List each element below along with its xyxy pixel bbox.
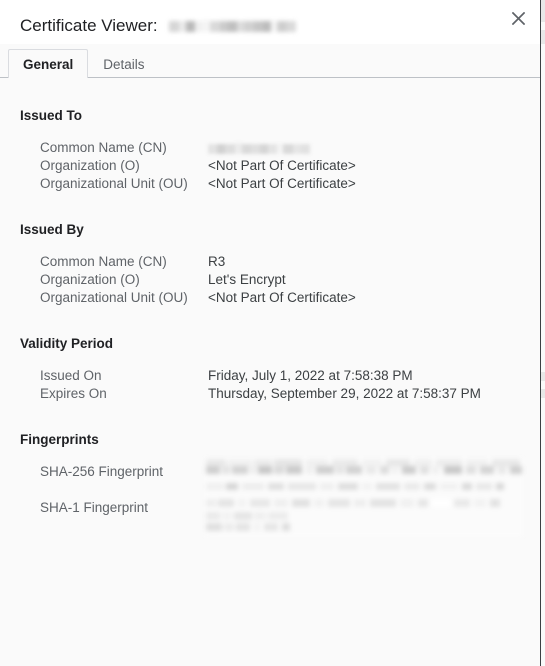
- window-right-edge: [540, 0, 545, 666]
- tab-general[interactable]: General: [8, 49, 89, 79]
- row-label: SHA-256 Fingerprint: [40, 464, 164, 479]
- row-value: Let's Encrypt: [208, 272, 286, 287]
- row-label: Common Name (CN): [40, 254, 167, 269]
- certificate-general-panel: Issued To Common Name (CN) Organization …: [0, 78, 540, 666]
- row-value: Friday, July 1, 2022 at 7:58:38 PM: [208, 368, 413, 383]
- close-icon: [511, 11, 525, 25]
- background-window-fragment: [541, 0, 545, 22]
- certificate-viewer-dialog: Certificate Viewer: General Details Issu…: [0, 0, 545, 666]
- row-label: Organizational Unit (OU): [40, 290, 188, 305]
- row-label: Organization (O): [40, 158, 140, 173]
- section-validity-period-title: Validity Period: [20, 336, 114, 351]
- background-window-fragment: [541, 30, 545, 44]
- section-fingerprints-title: Fingerprints: [20, 432, 99, 447]
- row-label: Common Name (CN): [40, 140, 167, 155]
- background-window-fragment: [541, 372, 545, 381]
- tab-strip: General Details: [0, 44, 540, 79]
- row-value: R3: [208, 254, 226, 269]
- window-border-line: [540, 0, 541, 666]
- fingerprint-values-redacted: [204, 457, 524, 537]
- row-value: <Not Part Of Certificate>: [208, 158, 356, 173]
- row-value-redacted-common-name: [207, 142, 311, 155]
- row-label: SHA-1 Fingerprint: [40, 500, 149, 515]
- table-row: Expires On Thursday, September 29, 2022 …: [0, 385, 540, 403]
- dialog-title: Certificate Viewer:: [20, 16, 158, 35]
- tab-list: General Details: [8, 44, 160, 79]
- section-issued-to-title: Issued To: [20, 108, 83, 123]
- dialog-titlebar: Certificate Viewer:: [0, 0, 540, 44]
- background-window-fragment: [541, 389, 545, 398]
- row-value: Thursday, September 29, 2022 at 7:58:37 …: [208, 386, 481, 401]
- row-label: Organizational Unit (OU): [40, 176, 188, 191]
- table-row: Organizational Unit (OU) <Not Part Of Ce…: [0, 175, 540, 193]
- row-value: <Not Part Of Certificate>: [208, 176, 356, 191]
- table-row: Issued On Friday, July 1, 2022 at 7:58:3…: [0, 367, 540, 385]
- tab-details-label: Details: [103, 56, 145, 72]
- tab-general-label: General: [23, 56, 74, 72]
- tab-details[interactable]: Details: [88, 49, 159, 78]
- table-row: Common Name (CN): [0, 139, 540, 157]
- row-label: Expires On: [40, 386, 107, 401]
- table-row: Common Name (CN) R3: [0, 253, 540, 271]
- close-button[interactable]: [504, 4, 532, 32]
- dialog-title-redacted-domain: [167, 19, 298, 34]
- row-label: Organization (O): [40, 272, 140, 287]
- row-value: <Not Part Of Certificate>: [208, 290, 356, 305]
- table-row: Organization (O) <Not Part Of Certificat…: [0, 157, 540, 175]
- table-row: Organizational Unit (OU) <Not Part Of Ce…: [0, 289, 540, 307]
- row-label: Issued On: [40, 368, 102, 383]
- section-issued-by-title: Issued By: [20, 222, 84, 237]
- table-row: Organization (O) Let's Encrypt: [0, 271, 540, 289]
